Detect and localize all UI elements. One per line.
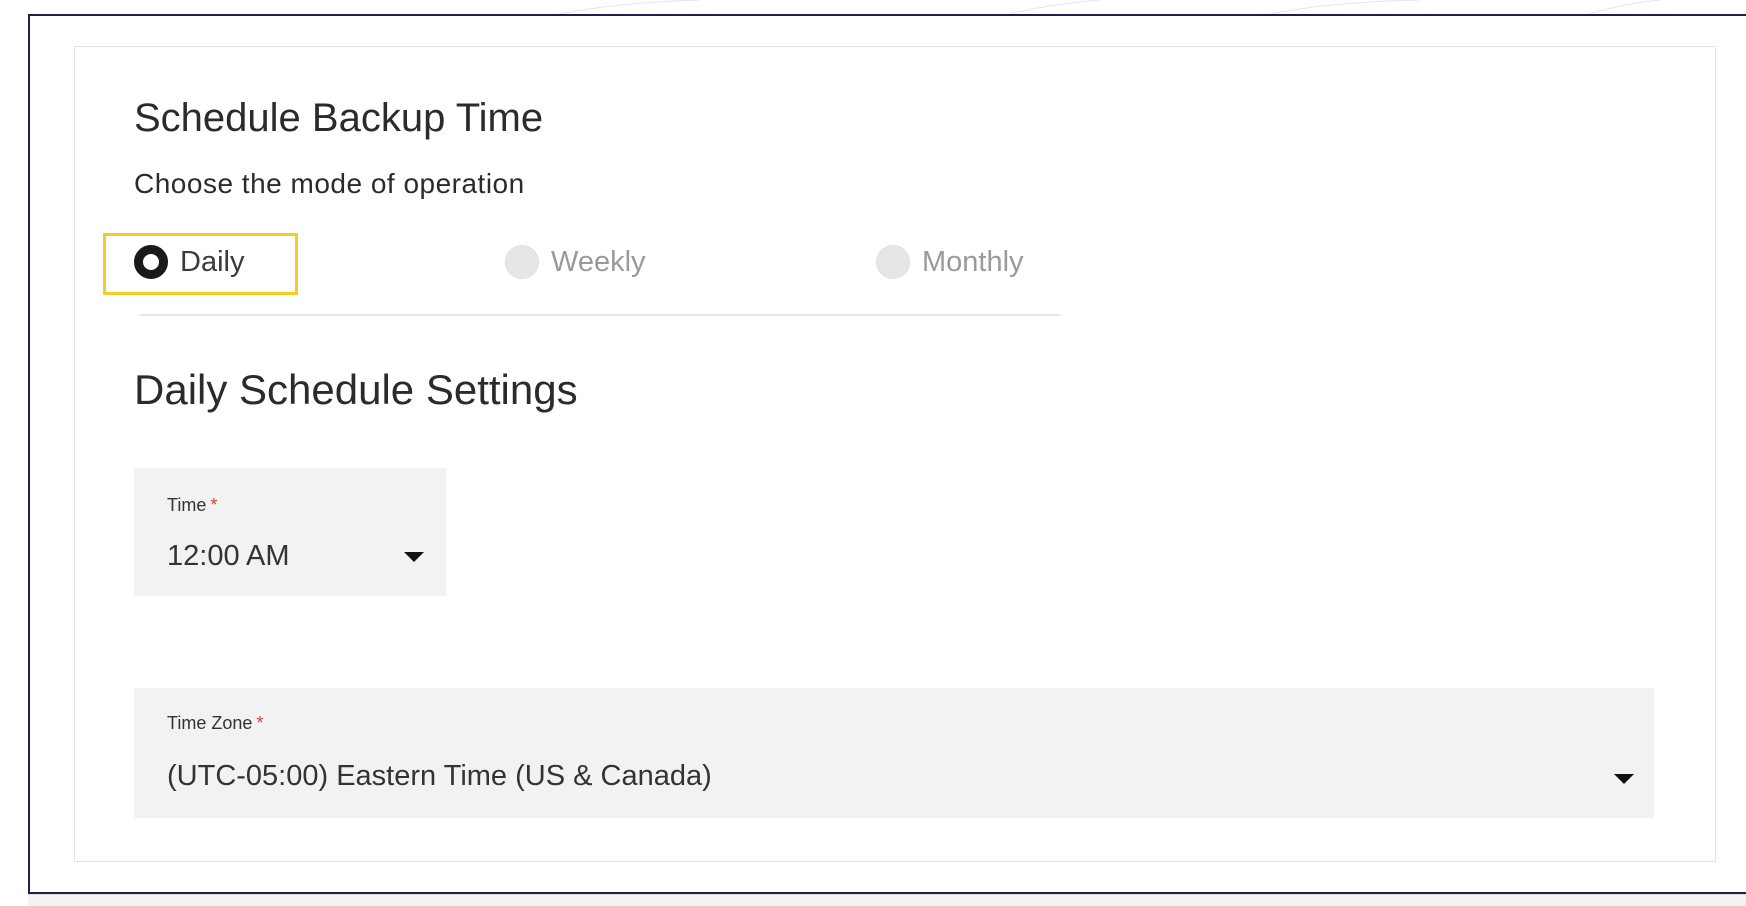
radio-checked-icon <box>134 245 168 279</box>
bottom-strip <box>28 894 1746 906</box>
page-title: Schedule Backup Time <box>134 96 544 140</box>
radio-weekly-label: Weekly <box>551 245 646 278</box>
time-select[interactable]: Time * 12:00 AM <box>134 468 446 596</box>
mode-subtitle: Choose the mode of operation <box>134 168 525 199</box>
time-value: 12:00 AM <box>167 540 290 572</box>
radio-monthly[interactable]: Monthly <box>876 240 1024 284</box>
divider <box>140 314 1060 316</box>
caret-down-icon <box>1614 774 1634 784</box>
radio-weekly[interactable]: Weekly <box>505 240 646 284</box>
timezone-select[interactable]: Time Zone * (UTC-05:00) Eastern Time (US … <box>134 688 1654 818</box>
radio-unchecked-icon <box>505 245 539 279</box>
radio-unchecked-icon <box>876 245 910 279</box>
radio-daily[interactable]: Daily <box>134 240 244 284</box>
radio-monthly-label: Monthly <box>922 245 1024 278</box>
radio-daily-label: Daily <box>180 245 245 278</box>
timezone-label: Time Zone * <box>167 713 264 733</box>
section-title: Daily Schedule Settings <box>134 366 578 413</box>
time-label: Time * <box>167 495 218 515</box>
caret-down-icon <box>404 552 424 562</box>
timezone-value: (UTC-05:00) Eastern Time (US & Canada) <box>167 760 712 792</box>
required-marker: * <box>210 495 218 515</box>
required-marker: * <box>256 713 264 733</box>
